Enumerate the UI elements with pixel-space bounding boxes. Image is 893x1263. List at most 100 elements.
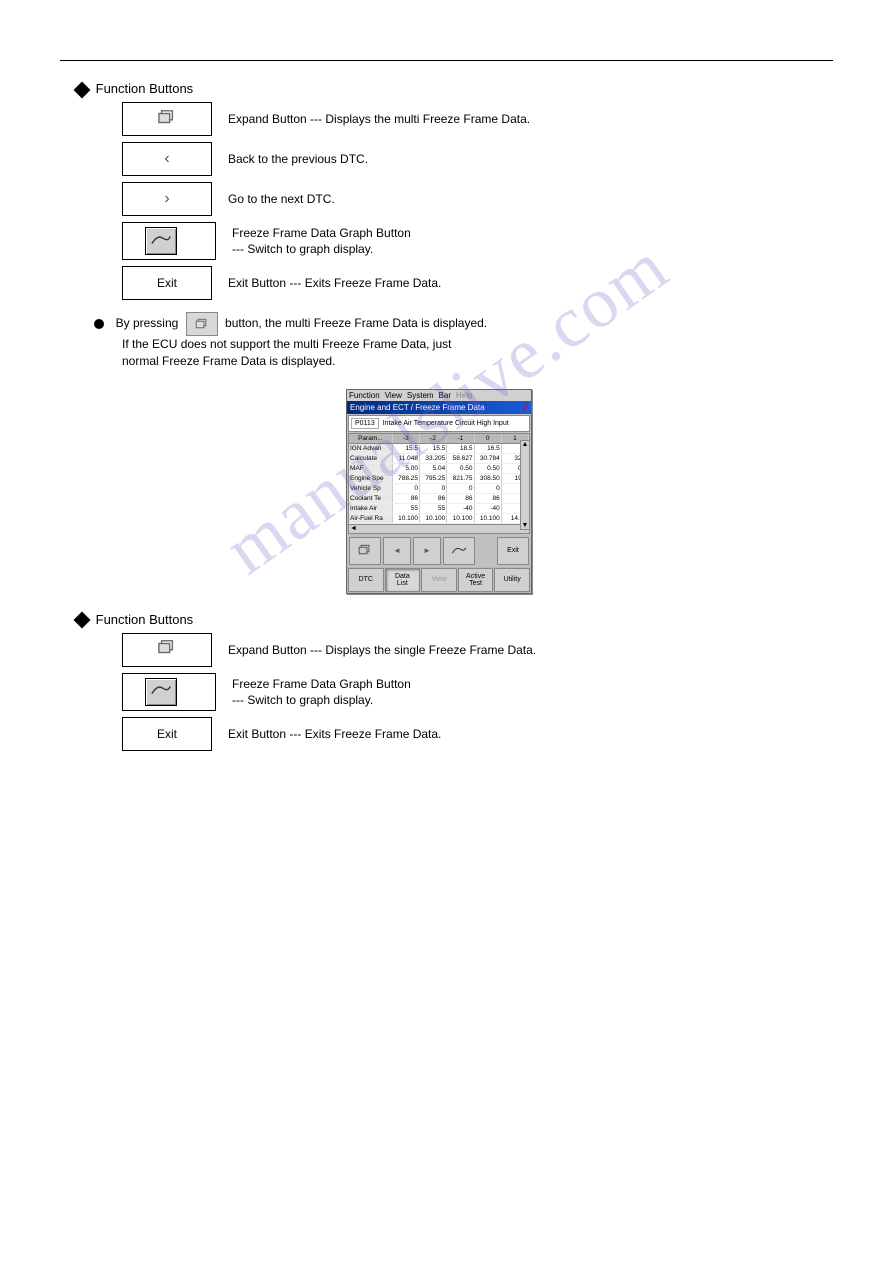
- grid-header: Param... -3 -2 -1 0 1: [349, 434, 529, 444]
- cell-value: 18.5: [447, 444, 474, 453]
- cell-value: 0: [393, 484, 420, 493]
- row-label: MAF: [349, 464, 393, 473]
- mid-expand-button[interactable]: [349, 537, 381, 565]
- row-label: Engine Spe: [349, 474, 393, 483]
- dtc-code: P0113: [351, 418, 379, 429]
- cell-value: 86: [393, 494, 420, 503]
- diamond-bullet-icon: [74, 81, 91, 98]
- cell-value: 55: [393, 504, 420, 513]
- row-label: Vehicle Sp: [349, 484, 393, 493]
- cell-value: 0.50: [475, 464, 502, 473]
- mid-next-button[interactable]: ►: [413, 537, 441, 565]
- app-window: Function View System Bar Help Engine and…: [346, 389, 532, 594]
- tab-utility[interactable]: Utility: [494, 568, 530, 592]
- row-label: Calculate: [349, 454, 393, 463]
- mid-graph-button[interactable]: [443, 537, 475, 565]
- menu-system[interactable]: System: [407, 391, 434, 400]
- table-row: Coolant Te868686868: [349, 494, 529, 504]
- exit-button-1[interactable]: Exit: [122, 266, 212, 300]
- graph-button-1[interactable]: [145, 227, 177, 255]
- menu-bar[interactable]: Bar: [439, 391, 451, 400]
- exit-label-2: Exit: [157, 727, 177, 741]
- cell-value: 308.50: [475, 474, 502, 483]
- mid-exit-button[interactable]: Exit: [497, 537, 529, 565]
- vertical-scrollbar[interactable]: ▲▼: [520, 440, 530, 530]
- expand-button-2[interactable]: [122, 633, 212, 667]
- tab-data-list[interactable]: Data List: [385, 568, 421, 592]
- col-head-m3[interactable]: -3: [393, 434, 420, 443]
- cell-value: 0: [420, 484, 447, 493]
- cell-value: 55: [420, 504, 447, 513]
- col-head-m2[interactable]: -2: [420, 434, 447, 443]
- row-label: IGN Advan: [349, 444, 393, 453]
- expand-text-4: normal Freeze Frame Data is displayed.: [122, 353, 833, 370]
- close-icon[interactable]: ╱: [523, 402, 528, 413]
- cell-value: 5.04: [420, 464, 447, 473]
- graph-button-2-outer: [122, 673, 216, 711]
- cell-value: -40: [475, 504, 502, 513]
- table-row: Intake Air5555-40-40-: [349, 504, 529, 514]
- top-rule: [60, 60, 833, 61]
- cell-value: 0.50: [447, 464, 474, 473]
- dtc-code-row: P0113 Intake Air Temperature Circuit Hig…: [348, 415, 530, 432]
- expand-button[interactable]: [122, 102, 212, 136]
- menu-function[interactable]: Function: [349, 391, 380, 400]
- section-1-head: Function Buttons: [76, 81, 833, 96]
- menu-view[interactable]: View: [385, 391, 402, 400]
- menu-help[interactable]: Help: [456, 391, 472, 400]
- cell-value: 10.100: [420, 514, 447, 523]
- cell-value: 15.5: [393, 444, 420, 453]
- dtc-code-desc: Intake Air Temperature Circuit High Inpu…: [383, 420, 509, 427]
- stack-icon: [156, 639, 178, 660]
- expand-note-row: By pressing button, the multi Freeze Fra…: [94, 312, 833, 336]
- row-label: Air-Fuel Ra: [349, 514, 393, 523]
- next-dtc-button[interactable]: ›: [122, 182, 212, 216]
- horizontal-scrollbar[interactable]: ◄►: [349, 524, 529, 533]
- cell-value: 11.048: [393, 454, 420, 463]
- cell-value: 16.5: [475, 444, 502, 453]
- col-head-0[interactable]: 0: [475, 434, 502, 443]
- stack-icon: [156, 109, 178, 130]
- col-head-param[interactable]: Param...: [349, 434, 393, 443]
- chevron-right-icon: ›: [164, 190, 169, 208]
- mid-prev-button[interactable]: ◄: [383, 537, 411, 565]
- cell-value: 58.627: [447, 454, 474, 463]
- cell-value: 30.784: [475, 454, 502, 463]
- cell-value: 15.5: [420, 444, 447, 453]
- table-row: Air-Fuel Ra10.10010.10010.10010.10014.30: [349, 514, 529, 524]
- expand-desc-2: Expand Button --- Displays the single Fr…: [228, 642, 833, 658]
- cell-value: 788.25: [393, 474, 420, 483]
- prev-dtc-button[interactable]: ‹: [122, 142, 212, 176]
- graph-button-2[interactable]: [145, 678, 177, 706]
- section-2-title: Function Buttons: [96, 612, 194, 627]
- cell-value: 795.25: [420, 474, 447, 483]
- cell-value: 821.75: [447, 474, 474, 483]
- cell-value: 10.100: [475, 514, 502, 523]
- graph-desc-1: Freeze Frame Data Graph Button --- Switc…: [232, 225, 833, 257]
- expand-desc: Expand Button --- Displays the multi Fre…: [228, 111, 833, 127]
- prev-desc: Back to the previous DTC.: [228, 151, 833, 167]
- data-grid: Param... -3 -2 -1 0 1 IGN Advan15.515.51…: [348, 433, 530, 534]
- menubar: Function View System Bar Help: [347, 390, 531, 401]
- tab-active-test[interactable]: Active Test: [458, 568, 494, 592]
- expand-text-1: By pressing: [116, 316, 179, 330]
- table-row: Calculate11.04833.20558.62730.78432.3: [349, 454, 529, 464]
- cell-value: 86: [447, 494, 474, 503]
- cell-value: -40: [447, 504, 474, 513]
- table-row: Vehicle Sp0000: [349, 484, 529, 494]
- titlebar: Engine and ECT / Freeze Frame Data ╱: [347, 401, 531, 414]
- mid-button-bar: ◄ ► Exit: [347, 535, 531, 567]
- curve-icon: [150, 682, 172, 701]
- chevron-left-icon: ‹: [164, 150, 169, 168]
- exit-desc-2: Exit Button --- Exits Freeze Frame Data.: [228, 726, 833, 742]
- exit-button-2[interactable]: Exit: [122, 717, 212, 751]
- row-label: Intake Air: [349, 504, 393, 513]
- expand-button-inline[interactable]: [186, 312, 218, 336]
- window-title: Engine and ECT / Freeze Frame Data: [350, 403, 485, 412]
- cell-value: 0: [475, 484, 502, 493]
- cell-value: 10.100: [393, 514, 420, 523]
- col-head-m1[interactable]: -1: [447, 434, 474, 443]
- exit-label: Exit: [157, 276, 177, 290]
- tab-dtc[interactable]: DTC: [348, 568, 384, 592]
- cell-value: 0: [447, 484, 474, 493]
